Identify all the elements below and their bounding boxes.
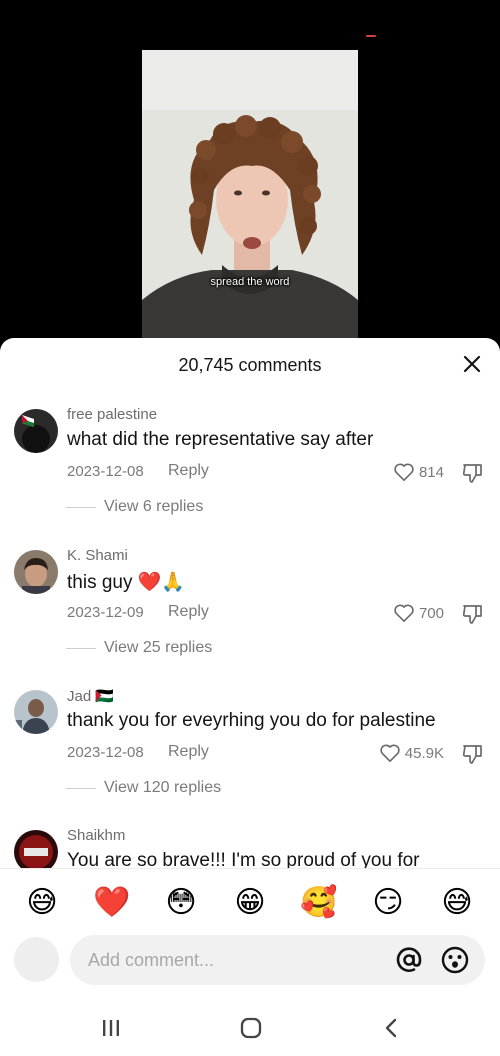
system-nav-bar — [0, 1000, 500, 1056]
comment-input[interactable] — [88, 935, 378, 985]
emoji-button[interactable]: 😳 — [161, 885, 201, 921]
avatar[interactable] — [14, 550, 58, 594]
home-button[interactable] — [236, 1014, 266, 1042]
smiley-icon — [441, 946, 469, 974]
comment-list[interactable]: free palestine what did the representati… — [0, 392, 500, 868]
replies-divider — [66, 506, 96, 508]
comment-text: You are so brave!!! I'm so proud of you … — [67, 850, 420, 868]
avatar[interactable] — [14, 830, 58, 868]
emoji-picker-button[interactable] — [440, 945, 470, 975]
emoji-button[interactable]: 🥰 — [299, 885, 339, 921]
recent-apps-icon — [103, 1020, 119, 1036]
mention-button[interactable] — [395, 946, 423, 974]
comment-item: Shaikhm You are so brave!!! I'm so proud… — [0, 813, 500, 868]
home-icon — [240, 1017, 262, 1039]
heart-icon — [394, 604, 414, 622]
comment-item: K. Shami this guy ❤️🙏 2023-12-09 Reply 7… — [0, 533, 500, 673]
recording-indicator — [366, 35, 376, 37]
avatar-image — [14, 690, 58, 734]
video-player[interactable]: spread the word — [142, 50, 358, 340]
comment-input-container[interactable] — [70, 935, 485, 985]
like-button[interactable]: 45.9K — [379, 743, 444, 763]
view-replies-label: View 25 replies — [104, 639, 213, 656]
avatar-image — [14, 830, 58, 868]
sheet-header: 20,745 comments — [0, 338, 500, 392]
heart-icon — [394, 463, 414, 481]
recent-apps-button[interactable] — [96, 1014, 126, 1042]
at-icon — [396, 947, 422, 972]
view-replies-button[interactable]: View 6 replies — [66, 498, 203, 516]
video-caption: spread the word — [210, 276, 290, 288]
comment-date: 2023-12-08 — [67, 463, 144, 480]
view-replies-button[interactable]: View 25 replies — [66, 639, 212, 657]
comment-author[interactable]: K. Shami — [67, 547, 128, 564]
comment-count: 20,745 comments — [178, 355, 322, 375]
emoji-button[interactable]: 😏 — [368, 885, 408, 921]
comment-author[interactable]: Jad 🇵🇸 — [67, 687, 114, 705]
avatar[interactable] — [14, 690, 58, 734]
screen: spread the word 20,745 comments free pal… — [0, 0, 500, 1056]
thumbs-down-icon — [462, 605, 482, 624]
quick-emoji-bar: 😅 ❤️ 😳 😁 🥰 😏 😅 — [0, 868, 500, 936]
close-button[interactable] — [458, 350, 486, 378]
dislike-button[interactable] — [462, 743, 484, 770]
view-replies-label: View 120 replies — [104, 779, 222, 796]
like-button[interactable]: 700 — [393, 603, 444, 623]
thumbs-down-icon — [462, 464, 482, 483]
comments-sheet: 20,745 comments free palestine what did … — [0, 338, 500, 1056]
emoji-button[interactable]: 😅 — [437, 885, 477, 921]
replies-divider — [66, 787, 96, 789]
like-count: 45.9K — [404, 744, 444, 762]
reply-button[interactable]: Reply — [168, 462, 209, 480]
close-icon — [463, 355, 481, 373]
like-count: 700 — [418, 604, 444, 622]
comment-date: 2023-12-09 — [67, 604, 144, 621]
dislike-button[interactable] — [462, 603, 484, 630]
comment-date: 2023-12-08 — [67, 744, 144, 761]
reply-button[interactable]: Reply — [168, 743, 209, 761]
reply-button[interactable]: Reply — [168, 603, 209, 621]
comment-text: thank you for eveyrhing you do for pales… — [67, 710, 436, 731]
heart-icon — [380, 744, 400, 762]
user-avatar — [14, 937, 59, 982]
emoji-button[interactable]: 😅 — [22, 885, 62, 921]
thumbs-down-icon — [462, 745, 482, 764]
emoji-button[interactable]: 😁 — [230, 885, 270, 921]
comment-text: what did the representative say after — [67, 429, 374, 450]
replies-divider — [66, 647, 96, 649]
view-replies-label: View 6 replies — [104, 498, 204, 515]
comment-input-row — [0, 935, 500, 985]
comment-author[interactable]: Shaikhm — [67, 827, 125, 844]
avatar[interactable] — [14, 409, 58, 453]
like-count: 814 — [418, 463, 444, 481]
emoji-button[interactable]: ❤️ — [92, 885, 132, 921]
comment-text: this guy ❤️🙏 — [67, 572, 186, 593]
view-replies-button[interactable]: View 120 replies — [66, 779, 221, 797]
comment-author[interactable]: free palestine — [67, 406, 157, 423]
comment-item: free palestine what did the representati… — [0, 392, 500, 532]
comment-item: Jad 🇵🇸 thank you for eveyrhing you do fo… — [0, 673, 500, 813]
video-frame — [142, 50, 358, 340]
dislike-button[interactable] — [462, 462, 484, 489]
avatar-image — [14, 550, 58, 594]
back-icon — [385, 1018, 397, 1038]
like-button[interactable]: 814 — [393, 462, 444, 482]
avatar-image — [14, 409, 58, 453]
back-button[interactable] — [376, 1014, 406, 1042]
